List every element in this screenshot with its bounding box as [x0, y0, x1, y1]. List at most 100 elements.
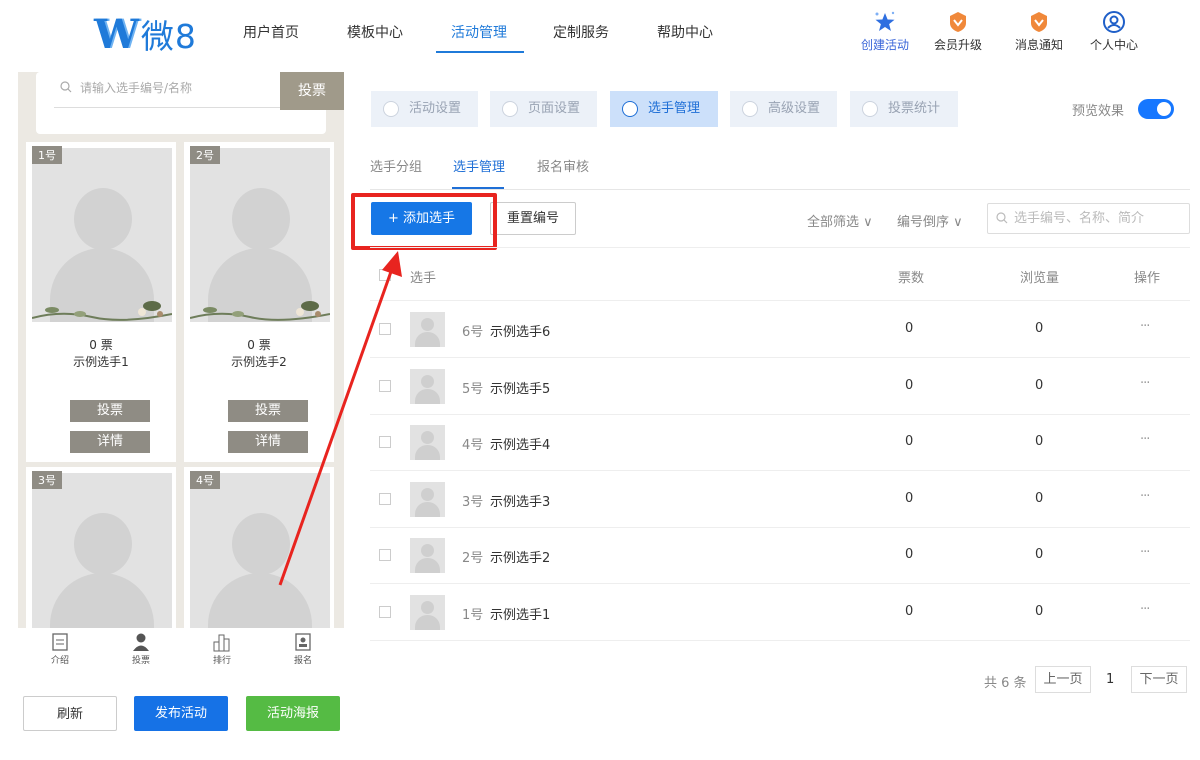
- player-card[interactable]: 1号 0 票 示例选手1 投票 详情: [26, 142, 176, 462]
- preview-search-button[interactable]: 投票: [280, 72, 344, 110]
- player-icon: [622, 101, 638, 117]
- current-page[interactable]: 1: [1106, 672, 1114, 687]
- reset-numbers-button[interactable]: 重置编号: [490, 202, 576, 235]
- brand-logo[interactable]: W 微8: [94, 11, 224, 58]
- tab-vote[interactable]: 投票: [121, 631, 161, 666]
- tab-intro[interactable]: 介绍: [40, 631, 80, 666]
- player-votes: 0: [905, 604, 914, 619]
- player-votes: 0 票: [247, 338, 271, 352]
- step-page-settings[interactable]: 页面设置: [490, 91, 597, 127]
- nav-item-templates[interactable]: 模板中心: [347, 22, 403, 42]
- player-number: 3号: [462, 495, 484, 510]
- publish-activity-button[interactable]: 发布活动: [134, 696, 228, 731]
- profile-button[interactable]: 个人中心: [1084, 10, 1144, 53]
- tab-player-groups[interactable]: 选手分组: [370, 156, 422, 175]
- row-checkbox[interactable]: [379, 436, 391, 448]
- player-number: 1号: [462, 608, 484, 623]
- tab-player-management[interactable]: 选手管理: [453, 156, 505, 175]
- member-upgrade-button[interactable]: 会员升级: [928, 10, 988, 53]
- detail-button[interactable]: 详情: [228, 431, 308, 453]
- create-activity-button[interactable]: 创建活动: [855, 10, 915, 53]
- step-player-management[interactable]: 选手管理: [610, 91, 718, 127]
- tab-signup-review[interactable]: 报名审核: [537, 156, 589, 175]
- bell-badge-icon: [1031, 12, 1047, 32]
- activity-poster-button[interactable]: 活动海报: [246, 696, 340, 731]
- player-name: 示例选手3: [490, 495, 551, 510]
- user-icon: [1103, 11, 1125, 33]
- more-actions-button[interactable]: ···: [1140, 376, 1150, 391]
- player-avatar: [410, 369, 445, 404]
- tab-signup[interactable]: 报名: [283, 631, 323, 666]
- highlight-annotation-box: [351, 193, 497, 250]
- sort-order-dropdown[interactable]: 编号倒序 ∨: [897, 211, 963, 230]
- player-number: 2号: [462, 551, 484, 566]
- refresh-button[interactable]: 刷新: [23, 696, 117, 731]
- active-subtab-indicator: [452, 187, 504, 189]
- player-number: 5号: [462, 382, 484, 397]
- preview-tab-bar: 介绍 投票 排行 报名: [18, 628, 344, 672]
- create-activity-label: 创建活动: [860, 38, 909, 52]
- player-number: 4号: [462, 438, 484, 453]
- detail-button[interactable]: 详情: [70, 431, 150, 453]
- player-votes: 0: [905, 547, 914, 562]
- table-row[interactable]: 6号 示例选手6 0 0 ···: [370, 301, 1190, 358]
- header-votes: 票数: [898, 271, 925, 286]
- table-row[interactable]: 3号 示例选手3 0 0 ···: [370, 471, 1190, 528]
- step-activity-settings-label: 活动设置: [409, 101, 462, 116]
- player-photo: [190, 148, 330, 322]
- player-name: 示例选手1: [490, 608, 551, 623]
- player-search-input[interactable]: 选手编号、名称、简介: [987, 203, 1190, 234]
- notifications-button[interactable]: 消息通知: [1009, 10, 1069, 53]
- step-vote-statistics[interactable]: 投票统计: [850, 91, 958, 127]
- filter-all-dropdown[interactable]: 全部筛选 ∨: [807, 211, 873, 230]
- player-views: 0: [1035, 491, 1044, 506]
- row-checkbox[interactable]: [379, 493, 391, 505]
- prev-page-button[interactable]: 上一页: [1035, 666, 1091, 693]
- more-actions-button[interactable]: ···: [1140, 545, 1150, 560]
- tab-ranking[interactable]: 排行: [202, 631, 242, 666]
- top-navigation: W 微8 用户首页 模板中心 活动管理 定制服务 帮助中心 创建活动 会员升级 …: [0, 0, 1200, 66]
- player-number-badge: 2号: [190, 146, 220, 164]
- preview-search-input[interactable]: 请输入选手编号/名称: [54, 78, 280, 108]
- player-votes: 0 票: [89, 338, 113, 352]
- star-icon: [875, 11, 895, 31]
- nav-item-home[interactable]: 用户首页: [243, 22, 299, 42]
- row-checkbox[interactable]: [379, 549, 391, 561]
- row-checkbox[interactable]: [379, 606, 391, 618]
- next-page-button[interactable]: 下一页: [1131, 666, 1187, 693]
- more-actions-button[interactable]: ···: [1140, 432, 1150, 447]
- player-search-placeholder: 选手编号、名称、简介: [1014, 211, 1145, 226]
- header-views: 浏览量: [1020, 271, 1060, 286]
- player-number-badge: 3号: [32, 471, 62, 489]
- more-actions-button[interactable]: ···: [1140, 602, 1150, 617]
- table-row[interactable]: 4号 示例选手4 0 0 ···: [370, 414, 1190, 471]
- table-row[interactable]: 5号 示例选手5 0 0 ···: [370, 358, 1190, 415]
- vote-button[interactable]: 投票: [70, 400, 150, 422]
- nav-item-activity-management[interactable]: 活动管理: [451, 22, 507, 42]
- player-views: 0: [1035, 434, 1044, 449]
- step-activity-settings[interactable]: 活动设置: [371, 91, 478, 127]
- player-card[interactable]: 2号 0 票 示例选手2 投票 详情: [184, 142, 334, 462]
- stats-icon: [862, 101, 878, 117]
- player-views: 0: [1035, 378, 1044, 393]
- row-checkbox[interactable]: [379, 380, 391, 392]
- nav-item-help[interactable]: 帮助中心: [657, 22, 713, 42]
- vote-button[interactable]: 投票: [228, 400, 308, 422]
- more-actions-button[interactable]: ···: [1140, 489, 1150, 504]
- select-all-checkbox[interactable]: [379, 269, 391, 281]
- table-row[interactable]: 2号 示例选手2 0 0 ···: [370, 527, 1190, 584]
- step-page-settings-label: 页面设置: [528, 101, 581, 116]
- player-avatar: [410, 538, 445, 573]
- row-checkbox[interactable]: [379, 323, 391, 335]
- intro-icon: [52, 633, 68, 651]
- tab-ranking-label: 排行: [212, 656, 231, 666]
- nav-item-custom-service[interactable]: 定制服务: [553, 22, 609, 42]
- step-advanced-settings[interactable]: 高级设置: [730, 91, 837, 127]
- header-actions: 操作: [1134, 271, 1161, 286]
- step-vote-statistics-label: 投票统计: [888, 101, 941, 116]
- step-advanced-settings-label: 高级设置: [768, 101, 821, 116]
- preview-toggle-switch[interactable]: [1138, 99, 1174, 119]
- table-row[interactable]: 1号 示例选手1 0 0 ···: [370, 584, 1190, 641]
- more-actions-button[interactable]: ···: [1140, 319, 1150, 334]
- pager-total: 共 6 条: [984, 676, 1027, 691]
